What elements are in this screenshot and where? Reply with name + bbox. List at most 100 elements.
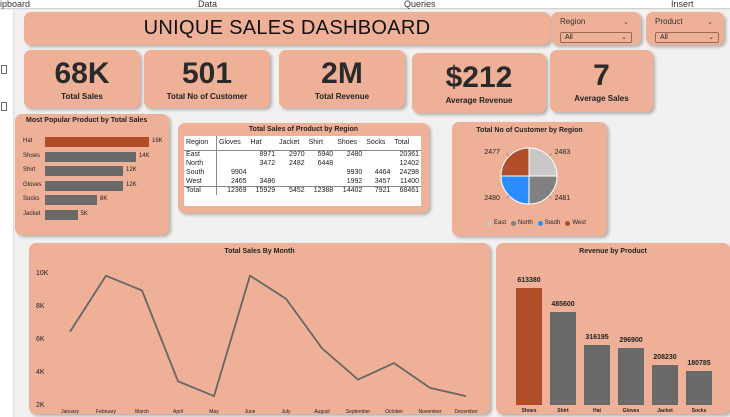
bar-data-label: 12K — [126, 181, 137, 188]
bar[interactable] — [45, 137, 149, 147]
legend-marker — [537, 220, 543, 226]
dashboard-title: UNIQUE SALES DASHBOARD — [143, 17, 431, 39]
chart-title: Revenue by Product — [579, 248, 647, 255]
dashboard-canvas: UNIQUE SALES DASHBOARD Region ⌄ All ⌄ Pr… — [15, 10, 730, 417]
kpi-total-customers: 501 Total No of Customer — [144, 50, 270, 108]
bar[interactable] — [516, 288, 542, 405]
table-cell — [307, 168, 336, 177]
bar-category-label: Jacket — [23, 210, 41, 217]
bar-data-label: 8K — [100, 196, 108, 202]
ribbon-group-clipboard[interactable]: ipboard — [0, 0, 30, 9]
table-cell: 15929 — [248, 185, 278, 195]
format-icon[interactable] — [1, 102, 7, 111]
product-dropdown-value: All — [660, 34, 668, 41]
table-cell: 12402 — [399, 160, 419, 167]
table-cell: 12388 — [306, 185, 336, 195]
bar-data-label: 14K — [139, 152, 150, 159]
kpi-average-revenue: $212 Average Revenue — [412, 53, 546, 113]
matrix-column-header: Hat — [248, 136, 278, 151]
sales-by-region-matrix: Total Sales of Product by Region Region G… — [178, 123, 429, 213]
matrix-column-header: Jacket — [277, 136, 307, 151]
table-cell: South — [184, 168, 217, 177]
table-row: North 3472 2482 6448 12402 — [184, 159, 421, 168]
table-cell: 1992 — [346, 177, 363, 185]
bar-data-label: 613380 — [517, 277, 541, 284]
bar[interactable] — [45, 195, 97, 205]
bar[interactable] — [686, 370, 712, 405]
bar[interactable] — [618, 348, 644, 405]
x-axis-tick: September — [345, 409, 371, 415]
table-cell: East — [184, 150, 217, 159]
table-cell: 7921 — [364, 185, 393, 195]
chevron-down-icon[interactable]: ⌄ — [707, 18, 713, 26]
region-slicer[interactable]: Region ⌄ All ⌄ — [551, 12, 641, 45]
x-axis-tick: November — [418, 409, 442, 415]
kpi-total-sales: 68K Total Sales — [24, 50, 140, 108]
pie-slice[interactable] — [528, 175, 558, 205]
x-axis-tick: October — [385, 409, 403, 415]
ribbon-group-insert[interactable]: Insert — [671, 0, 694, 9]
kpi-average-sales: 7 Average Sales — [550, 50, 653, 112]
kpi-value: 68K — [54, 56, 110, 90]
pie-data-label: 2483 — [554, 149, 571, 157]
bar[interactable] — [584, 344, 610, 405]
legend-marker — [511, 220, 517, 226]
x-axis-tick: December — [454, 409, 478, 415]
legend-item[interactable]: West — [565, 220, 586, 226]
legend-marker — [487, 220, 492, 226]
matrix-column-header: Region — [184, 136, 217, 151]
bar[interactable] — [45, 151, 136, 162]
matrix-column-header: Shirt — [306, 136, 336, 151]
table-cell — [217, 150, 249, 159]
product-slicer[interactable]: Product ⌄ All ⌄ — [646, 12, 724, 45]
paste-icon[interactable] — [1, 65, 7, 74]
table-cell — [249, 168, 278, 177]
x-axis-tick: July — [281, 409, 291, 415]
pie-slice[interactable] — [500, 175, 530, 205]
table-cell: 9930 — [346, 169, 363, 176]
table-row: West 2465 3486 1992 3457 11400 — [184, 177, 421, 186]
region-dropdown[interactable]: All ⌄ — [560, 32, 632, 43]
legend-label: West — [572, 220, 586, 226]
bar-data-label: 296900 — [619, 337, 643, 345]
bar-category-label: Shirt — [23, 167, 36, 173]
bar-data-label: 208230 — [653, 354, 677, 362]
product-dropdown[interactable]: All ⌄ — [655, 32, 719, 43]
pie-slice[interactable] — [528, 147, 558, 177]
bar-category-label: Gloves — [23, 181, 42, 188]
chevron-down-icon[interactable]: ⌄ — [623, 18, 629, 26]
table-cell — [364, 150, 392, 159]
bar-category-label: Shoes — [23, 152, 41, 159]
legend-item[interactable]: South — [537, 220, 561, 226]
bar[interactable] — [45, 180, 123, 191]
table-cell — [277, 168, 307, 177]
bar[interactable] — [652, 365, 678, 405]
region-dropdown-value: All — [565, 34, 573, 41]
table-row: East 8971 2970 5940 2480 20361 — [184, 150, 421, 159]
kpi-value: 2M — [321, 56, 363, 90]
table-cell: 6448 — [317, 160, 334, 167]
bar[interactable] — [550, 312, 576, 405]
bar[interactable] — [45, 209, 78, 220]
x-axis-tick: April — [172, 409, 183, 415]
sales-by-month-chart: Total Sales By Month 10K 8K 6K 4K 2K January F… — [29, 243, 490, 415]
table-cell: 3472 — [259, 160, 276, 167]
legend-item[interactable]: North — [511, 220, 533, 226]
table-cell: 9904 — [230, 169, 247, 176]
bar-category-label: Shirt — [557, 408, 569, 414]
line-series[interactable] — [69, 274, 467, 398]
table-cell: 12369 — [216, 185, 249, 195]
kpi-value: 501 — [181, 56, 233, 90]
ribbon-group-data[interactable]: Data — [198, 0, 217, 9]
pie-slice[interactable] — [500, 147, 530, 177]
x-axis-tick: February — [95, 409, 116, 415]
bar-data-label: 180785 — [687, 359, 711, 367]
chevron-down-icon: ⌄ — [708, 34, 714, 41]
legend-item[interactable]: East — [487, 220, 506, 226]
legend-label: South — [544, 220, 561, 226]
kpi-label: Average Revenue — [445, 95, 513, 105]
bar[interactable] — [45, 166, 123, 176]
table-cell: 3486 — [259, 177, 276, 185]
ribbon-group-queries[interactable]: Queries — [404, 0, 436, 9]
pie-chart — [500, 147, 558, 205]
